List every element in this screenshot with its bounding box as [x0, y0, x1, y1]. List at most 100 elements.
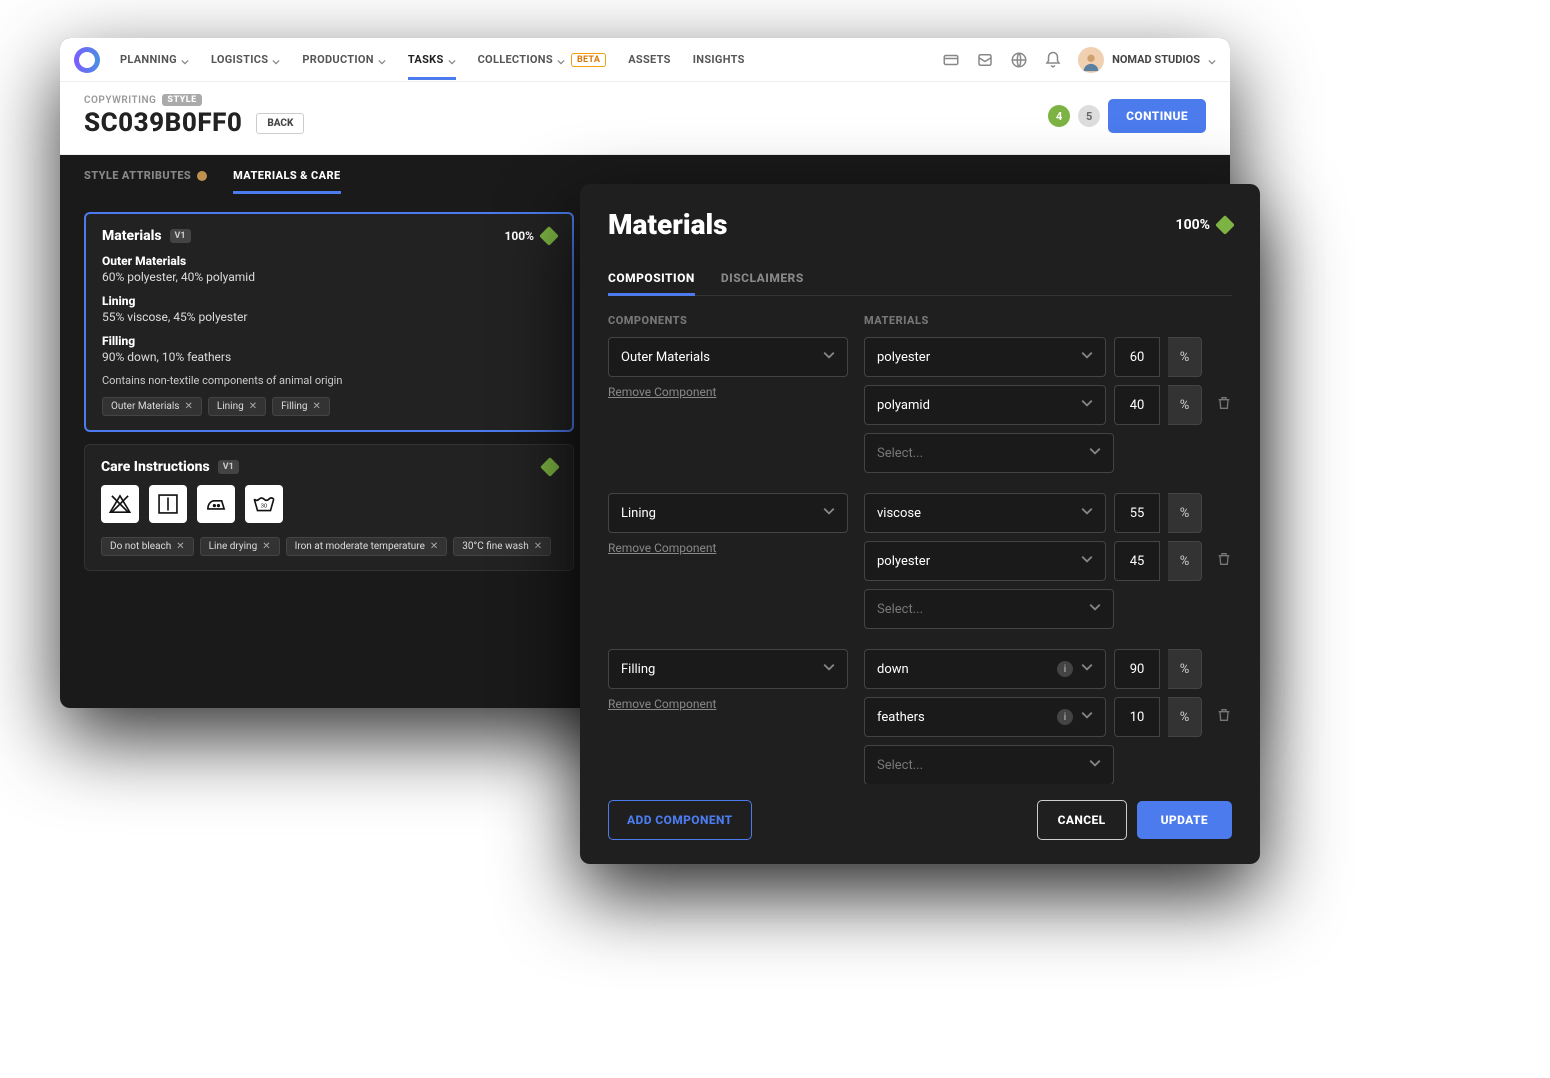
- panel-title: Materials: [608, 208, 728, 241]
- svg-text:30: 30: [261, 503, 267, 509]
- remove-chip-icon[interactable]: ✕: [262, 541, 270, 552]
- nav-planning[interactable]: PLANNING: [120, 39, 189, 80]
- titlebar: COPYWRITING STYLE SC039B0FF0 BACK 4 5 CO…: [60, 82, 1230, 155]
- remove-chip-icon[interactable]: ✕: [176, 541, 184, 552]
- material-select[interactable]: viscose: [864, 493, 1106, 533]
- chip[interactable]: Filling✕: [272, 397, 330, 416]
- chip[interactable]: Outer Materials✕: [102, 397, 202, 416]
- material-row: polyamid%: [864, 385, 1232, 425]
- info-icon[interactable]: i: [1057, 661, 1073, 677]
- back-button[interactable]: BACK: [256, 113, 304, 134]
- percent-input[interactable]: [1114, 337, 1160, 377]
- status-dot-icon: [197, 171, 207, 181]
- materials-card[interactable]: Materials V1 100% Outer Materials60% pol…: [84, 212, 574, 432]
- delete-icon[interactable]: [1216, 551, 1232, 571]
- chevron-down-icon: [557, 56, 565, 64]
- percent-symbol: %: [1168, 337, 1202, 377]
- remove-chip-icon[interactable]: ✕: [534, 541, 542, 552]
- profile-menu[interactable]: NOMAD STUDIOS: [1078, 47, 1216, 73]
- remove-component-link[interactable]: Remove Component: [608, 697, 716, 711]
- material-row: viscose%: [864, 493, 1232, 533]
- percent-input[interactable]: [1114, 697, 1160, 737]
- chip[interactable]: Lining✕: [208, 397, 266, 416]
- material-select[interactable]: downi: [864, 649, 1106, 689]
- remove-chip-icon[interactable]: ✕: [430, 541, 438, 552]
- material-select-empty[interactable]: Select...: [864, 589, 1114, 629]
- remove-chip-icon[interactable]: ✕: [184, 401, 192, 412]
- col-header-materials: MATERIALS: [864, 314, 1232, 327]
- material-select[interactable]: feathersi: [864, 697, 1106, 737]
- material-select-empty[interactable]: Select...: [864, 745, 1114, 784]
- component-select[interactable]: Lining: [608, 493, 848, 533]
- material-row: polyester%: [864, 541, 1232, 581]
- material-row: downi%: [864, 649, 1232, 689]
- percent-symbol: %: [1168, 385, 1202, 425]
- cancel-button[interactable]: CANCEL: [1037, 800, 1127, 840]
- component-select[interactable]: Outer Materials: [608, 337, 848, 377]
- disclaimer-text: Contains non-textile components of anima…: [102, 374, 556, 387]
- material-select-empty[interactable]: Select...: [864, 433, 1114, 473]
- update-button[interactable]: UPDATE: [1137, 801, 1232, 839]
- material-section-body: 55% viscose, 45% polyester: [102, 310, 556, 324]
- tab-composition[interactable]: COMPOSITION: [608, 261, 695, 295]
- topbar: PLANNING LOGISTICS PRODUCTION TASKS COLL…: [60, 38, 1230, 82]
- remove-chip-icon[interactable]: ✕: [313, 401, 321, 412]
- info-icon[interactable]: i: [1057, 709, 1073, 725]
- nav-assets[interactable]: ASSETS: [628, 39, 671, 80]
- complete-icon: [540, 457, 560, 477]
- percent-input[interactable]: [1114, 649, 1160, 689]
- percent-symbol: %: [1168, 541, 1202, 581]
- care-card[interactable]: Care Instructions V1 30 Do not bleach✕ Li…: [84, 444, 574, 571]
- inbox-icon[interactable]: [976, 51, 994, 69]
- chevron-down-icon: [181, 56, 189, 64]
- bell-icon[interactable]: [1044, 51, 1062, 69]
- percent-label: 100%: [504, 229, 534, 243]
- remove-chip-icon[interactable]: ✕: [249, 401, 257, 412]
- care-icon-wash-30: 30: [245, 485, 283, 523]
- chip[interactable]: Do not bleach✕: [101, 537, 194, 556]
- chevron-down-icon: [1081, 505, 1093, 521]
- chevron-down-icon: [1081, 709, 1093, 725]
- card-icon[interactable]: [942, 51, 960, 69]
- material-select[interactable]: polyamid: [864, 385, 1106, 425]
- care-icon-no-bleach: [101, 485, 139, 523]
- chip[interactable]: Line drying✕: [200, 537, 280, 556]
- remove-component-link[interactable]: Remove Component: [608, 541, 716, 555]
- add-component-button[interactable]: ADD COMPONENT: [608, 800, 752, 840]
- component-block: LiningRemove Componentviscose%polyester%…: [608, 493, 1232, 629]
- chip[interactable]: 30°C fine wash✕: [453, 537, 551, 556]
- chevron-down-icon: [448, 56, 456, 64]
- globe-icon[interactable]: [1010, 51, 1028, 69]
- col-header-components: COMPONENTS: [608, 314, 848, 327]
- continue-button[interactable]: CONTINUE: [1108, 99, 1206, 133]
- materials-panel: Materials 100% COMPOSITION DISCLAIMERS C…: [580, 184, 1260, 864]
- chevron-down-icon: [1089, 757, 1101, 773]
- delete-icon[interactable]: [1216, 707, 1232, 727]
- tab-materials-care[interactable]: MATERIALS & CARE: [233, 169, 340, 194]
- chip[interactable]: Iron at moderate temperature✕: [286, 537, 448, 556]
- nav-production[interactable]: PRODUCTION: [302, 39, 386, 80]
- nav-tasks[interactable]: TASKS: [408, 39, 456, 80]
- nav-insights[interactable]: INSIGHTS: [693, 39, 745, 80]
- remove-component-link[interactable]: Remove Component: [608, 385, 716, 399]
- material-section-body: 90% down, 10% feathers: [102, 350, 556, 364]
- component-select[interactable]: Filling: [608, 649, 848, 689]
- delete-icon[interactable]: [1216, 395, 1232, 415]
- percent-input[interactable]: [1114, 385, 1160, 425]
- material-select[interactable]: polyester: [864, 337, 1106, 377]
- nav-collections[interactable]: COLLECTIONSBETA: [478, 39, 607, 81]
- percent-input[interactable]: [1114, 493, 1160, 533]
- percent-input[interactable]: [1114, 541, 1160, 581]
- material-section-title: Lining: [102, 294, 556, 308]
- card-title: Care Instructions: [101, 459, 210, 475]
- version-badge: V1: [218, 460, 239, 474]
- care-icon-line-dry: [149, 485, 187, 523]
- tab-disclaimers[interactable]: DISCLAIMERS: [721, 261, 804, 295]
- percent-symbol: %: [1168, 493, 1202, 533]
- chevron-down-icon: [1208, 56, 1216, 64]
- count-badge-complete: 4: [1048, 105, 1070, 127]
- topbar-right: NOMAD STUDIOS: [942, 47, 1216, 73]
- nav-logistics[interactable]: LOGISTICS: [211, 39, 280, 80]
- tab-style-attributes[interactable]: STYLE ATTRIBUTES: [84, 169, 207, 194]
- material-select[interactable]: polyester: [864, 541, 1106, 581]
